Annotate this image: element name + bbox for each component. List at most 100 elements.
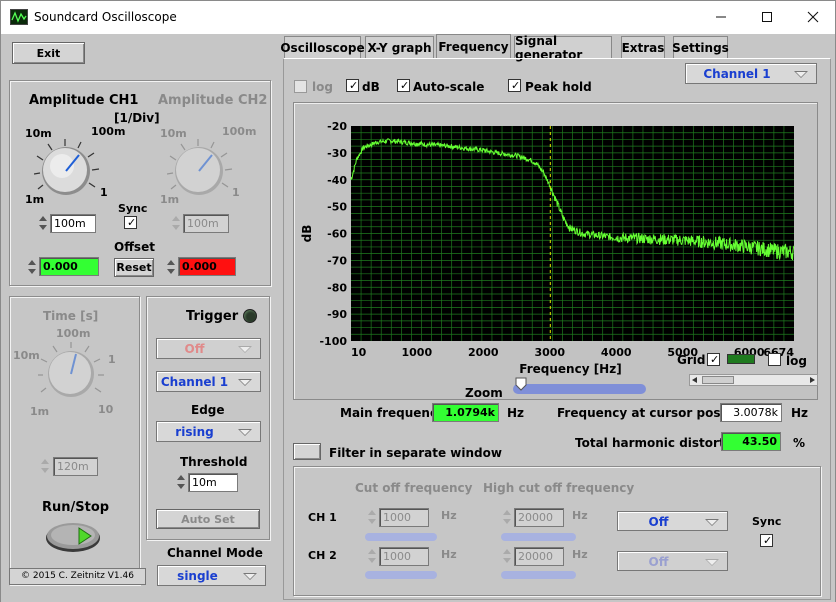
filter-sync-label: Sync	[752, 515, 782, 528]
spectrum-channel-select[interactable]: Channel 1	[685, 63, 817, 84]
time-panel: Time [s] 100m 10m 1 1m 10 120m Run/Stop	[9, 296, 140, 585]
high-cutoff-frequency-label: High cut off frequency	[483, 481, 635, 495]
minimize-button[interactable]	[698, 1, 744, 33]
tab-frequency[interactable]: Frequency	[436, 34, 511, 59]
filter-separate-window-label: Filter in separate window	[329, 446, 502, 460]
x-tick-label: 4000	[601, 346, 632, 359]
y-tick-label: -90	[327, 308, 347, 321]
amplitude-ch1-spinner[interactable]	[38, 214, 48, 233]
ch1-cutoff-slider[interactable]	[365, 533, 437, 541]
offset-reset-button[interactable]: Reset	[114, 258, 154, 277]
trigger-edge-select[interactable]: rising	[156, 421, 261, 442]
y-tick-label: -60	[327, 228, 347, 241]
trigger-mode-select[interactable]: Off	[156, 338, 261, 359]
ch1-high-cutoff-spinner[interactable]	[502, 508, 512, 527]
run-stop-label: Run/Stop	[42, 500, 110, 515]
trigger-title: Trigger	[186, 309, 239, 324]
amplitude-ch1-value[interactable]: 100m	[50, 214, 96, 233]
ch2-cutoff-spinner[interactable]	[367, 547, 377, 566]
threshold-spinner[interactable]	[176, 473, 186, 492]
amplitude-ch1-title: Amplitude CH1	[29, 93, 139, 108]
x-tick-label: 2000	[468, 346, 499, 359]
log-y-label: log	[312, 80, 333, 94]
exit-button[interactable]: Exit	[12, 42, 85, 64]
grid-color-swatch[interactable]	[727, 354, 755, 364]
y-tick-label: -80	[327, 281, 347, 294]
ch2-cutoff-value[interactable]: 1000	[379, 547, 429, 566]
ch1-cutoff-spinner[interactable]	[367, 508, 377, 527]
amplitude-ch2-spinner[interactable]	[171, 214, 181, 233]
time-knob[interactable]	[38, 342, 104, 407]
amplitude-unit: [1/Div]	[114, 111, 160, 125]
cursor-frequency-unit: Hz	[791, 406, 809, 420]
client-area: Exit Amplitude CH1 Amplitude CH2 [1/Div]…	[1, 34, 835, 602]
filter-separate-window-button[interactable]	[293, 443, 321, 460]
minimize-icon	[716, 16, 726, 18]
db-checkbox[interactable]: ✓	[346, 79, 359, 92]
peak-hold-checkbox[interactable]: ✓	[508, 79, 521, 92]
tab-extras[interactable]: Extras	[621, 36, 665, 58]
channel-mode-select[interactable]: single	[157, 565, 266, 586]
tab-settings[interactable]: Settings	[672, 36, 729, 58]
peak-hold-label: Peak hold	[525, 80, 592, 94]
thd-value: 43.50	[721, 432, 781, 451]
oscilloscope-app-icon	[10, 9, 28, 25]
time-value[interactable]: 120m	[53, 457, 98, 476]
filter-panel: Cut off frequency High cut off frequency…	[293, 466, 821, 596]
close-button[interactable]	[790, 1, 836, 33]
scroll-left-arrow-icon[interactable]	[692, 377, 697, 383]
db-label: dB	[362, 80, 380, 94]
scroll-right-arrow-icon[interactable]	[810, 377, 815, 383]
spectrum-scrollbar[interactable]	[689, 374, 818, 386]
filter-sync-checkbox[interactable]: ✓	[760, 534, 773, 547]
run-stop-button[interactable]	[45, 521, 101, 556]
y-tick-label: -70	[327, 254, 347, 267]
threshold-label: Threshold	[180, 455, 248, 469]
amplitude-panel: Amplitude CH1 Amplitude CH2 [1/Div] 10m …	[9, 80, 271, 286]
tab-signal-generator[interactable]: Signal generator	[514, 34, 612, 62]
y-axis-label: dB	[300, 225, 314, 243]
tab-oscilloscope[interactable]: Oscilloscope	[280, 36, 365, 58]
ch2-high-cutoff-slider[interactable]	[501, 571, 576, 579]
tab-xy-graph[interactable]: X-Y graph	[365, 36, 434, 58]
ch1-high-cutoff-slider[interactable]	[501, 533, 576, 541]
amplitude-ch1-knob[interactable]	[33, 137, 104, 204]
log-x-checkbox[interactable]	[768, 353, 781, 366]
ch2-cutoff-unit: Hz	[441, 548, 457, 561]
grid-checkbox[interactable]: ✓	[707, 353, 720, 366]
trigger-channel-select[interactable]: Channel 1	[156, 371, 261, 392]
copyright-label: © 2015 C. Zeitnitz V1.46	[9, 568, 146, 585]
threshold-value[interactable]: 10m	[188, 473, 238, 492]
frequency-tab-panel: log ✓ dB ✓ Auto-scale ✓ Peak hold Channe…	[283, 58, 831, 600]
auto-set-button[interactable]: Auto Set	[156, 509, 260, 529]
amplitude-sync-checkbox[interactable]: ✓	[124, 216, 137, 229]
ch1-high-cutoff-value[interactable]: 20000	[514, 508, 564, 527]
scroll-thumb[interactable]	[702, 376, 734, 384]
ch2-high-cutoff-unit: Hz	[572, 548, 588, 561]
log-y-checkbox[interactable]	[294, 80, 307, 93]
zoom-slider-handle[interactable]	[515, 377, 527, 394]
auto-scale-checkbox[interactable]: ✓	[397, 79, 410, 92]
ch1-cutoff-value[interactable]: 1000	[379, 508, 429, 527]
trigger-panel: Trigger Off Channel 1 Edge rising Thresh…	[146, 296, 270, 540]
zoom-slider-track[interactable]	[513, 384, 646, 394]
offset-ch2-value[interactable]: 0.000	[178, 257, 236, 276]
window-title: Soundcard Oscilloscope	[34, 10, 177, 24]
filter-ch2-mode-select[interactable]: Off	[617, 551, 728, 571]
time-spinner[interactable]	[40, 457, 50, 476]
amplitude-ch2-knob[interactable]	[166, 137, 237, 204]
filter-ch1-mode-select[interactable]: Off	[617, 511, 728, 531]
maximize-icon	[762, 12, 772, 22]
time-title: Time [s]	[43, 309, 99, 323]
ch2-high-cutoff-value[interactable]: 20000	[514, 547, 564, 566]
ch2-high-cutoff-spinner[interactable]	[502, 547, 512, 566]
offset-ch1-spinner[interactable]	[27, 258, 37, 277]
offset-ch1-value[interactable]: 0.000	[39, 257, 99, 276]
maximize-button[interactable]	[744, 1, 790, 33]
y-tick-label: -100	[319, 335, 347, 348]
x-axis-label: Frequency [Hz]	[519, 362, 621, 376]
time-knob-label-1: 1	[108, 353, 116, 366]
ch2-cutoff-slider[interactable]	[365, 571, 437, 579]
offset-ch2-spinner[interactable]	[166, 258, 176, 277]
amplitude-ch2-value[interactable]: 100m	[183, 214, 229, 233]
